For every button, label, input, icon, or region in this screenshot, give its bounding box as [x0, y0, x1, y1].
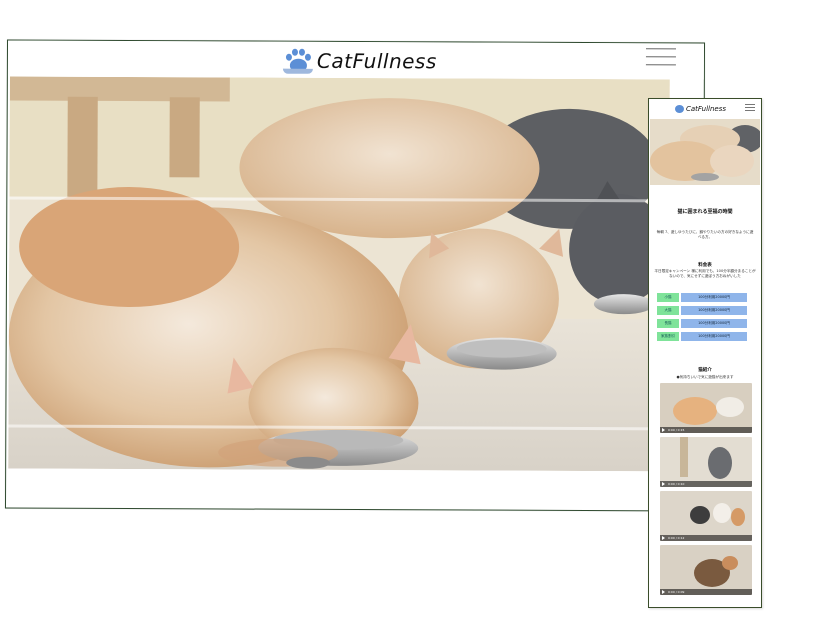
- desktop-mockup: CatFullness: [4, 39, 706, 512]
- site-header: CatFullness: [7, 40, 705, 80]
- play-icon[interactable]: [662, 428, 665, 432]
- hamburger-menu-icon[interactable]: [745, 104, 755, 113]
- mobile-section-title: 猫に囲まれる至福の時間: [677, 209, 733, 215]
- video-time: 0:00 / 0:09: [668, 590, 685, 594]
- cat-video-player[interactable]: 0:00 / 0:10: [660, 437, 752, 487]
- pricing-heading: 料金表: [698, 263, 712, 268]
- price-value: 100分利用20000円: [681, 293, 747, 302]
- hamburger-menu-icon[interactable]: [645, 48, 676, 68]
- paw-dish-icon: [282, 48, 313, 74]
- mobile-mockup: CatFullness 猫に囲まれる至福の時間 毎朝 7、遊しゆうたびに、餌やり…: [648, 98, 762, 608]
- hero-cat-photo: [8, 76, 670, 472]
- videos-note: ●気持ちいいで気に遊猫が出来ます: [676, 375, 734, 379]
- price-row: 大猫 100分利用20000円: [657, 306, 747, 315]
- video-time: 0:00 / 0:15: [668, 428, 685, 432]
- cat-video-player[interactable]: 0:00 / 0:12: [660, 491, 752, 541]
- price-value: 100分利用20000円: [681, 332, 747, 341]
- pricing-note: 平日限定キャンペーン 様に利用でも、100分半額分まることがないので、気にせずに…: [654, 269, 756, 278]
- play-icon[interactable]: [662, 482, 665, 486]
- price-value: 100分利用20000円: [681, 306, 747, 315]
- mobile-header: CatFullness: [649, 99, 761, 119]
- price-label: 大猫: [657, 306, 679, 315]
- mobile-logo[interactable]: CatFullness: [675, 105, 726, 113]
- price-label: 家族割引: [657, 332, 679, 341]
- play-icon[interactable]: [662, 536, 665, 540]
- mobile-hero-photo: [650, 119, 760, 185]
- cat-video-player[interactable]: 0:00 / 0:15: [660, 383, 752, 433]
- price-label: 長猫: [657, 319, 679, 328]
- mobile-intro-text: 毎朝 7、遊しゆうたびに、餌やりたいの方の好きなように遊べる方。: [656, 230, 754, 239]
- price-row: 小猫 100分利用20000円: [657, 293, 747, 302]
- mobile-brand-name: CatFullness: [686, 105, 727, 113]
- play-icon[interactable]: [662, 590, 665, 594]
- video-time: 0:00 / 0:10: [668, 482, 685, 486]
- price-value: 100分利用20000円: [681, 319, 747, 328]
- brand-name: CatFullness: [316, 48, 437, 74]
- video-time: 0:00 / 0:12: [668, 536, 685, 540]
- price-row: 家族割引 100分利用20000円: [657, 332, 747, 341]
- paw-dish-icon: [675, 105, 684, 113]
- videos-heading: 猫紹介: [698, 368, 712, 373]
- price-label: 小猫: [657, 293, 679, 302]
- site-logo[interactable]: CatFullness: [282, 48, 437, 75]
- cat-video-player[interactable]: 0:00 / 0:09: [660, 545, 752, 595]
- price-row: 長猫 100分利用20000円: [657, 319, 747, 328]
